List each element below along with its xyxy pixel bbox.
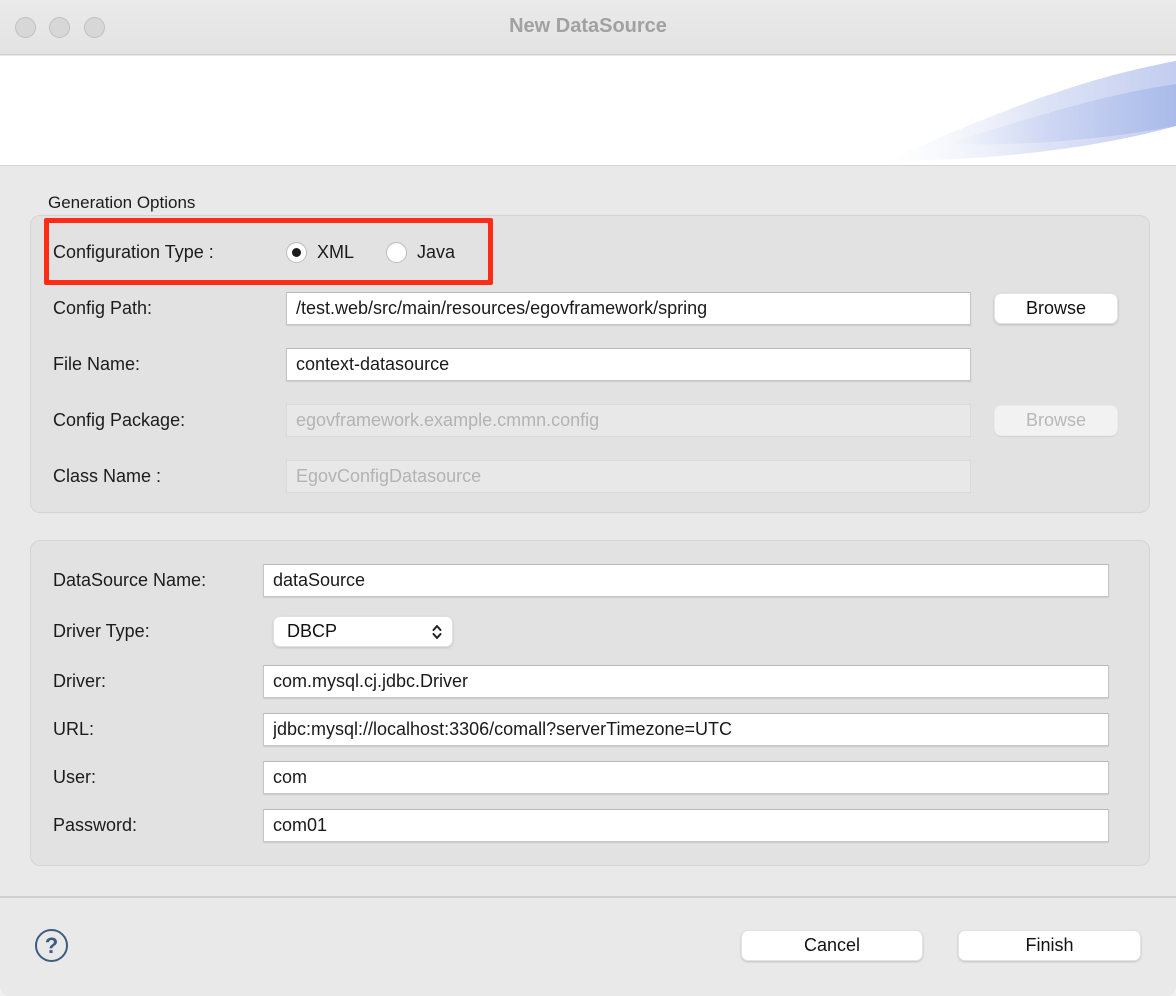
configuration-type-radio-group: XML Java — [286, 242, 477, 263]
finish-button[interactable]: Finish — [958, 930, 1141, 961]
help-button[interactable]: ? — [35, 929, 68, 962]
password-row: Password: — [53, 809, 1109, 842]
password-label: Password: — [53, 815, 263, 836]
config-path-label: Config Path: — [53, 298, 286, 319]
url-row: URL: — [53, 713, 1109, 746]
user-row: User: — [53, 761, 1109, 794]
driver-row: Driver: — [53, 665, 1109, 698]
cancel-button[interactable]: Cancel — [741, 930, 923, 961]
generation-options-label: Generation Options — [48, 193, 195, 213]
xml-radio[interactable] — [286, 242, 307, 263]
configuration-type-row: Configuration Type : XML Java — [53, 236, 477, 269]
question-mark-icon: ? — [45, 933, 58, 959]
datasource-name-label: DataSource Name: — [53, 570, 263, 591]
url-input[interactable] — [263, 713, 1109, 746]
xml-radio-label[interactable]: XML — [317, 242, 354, 263]
config-path-input[interactable] — [286, 292, 971, 325]
config-package-label: Config Package: — [53, 410, 286, 431]
xml-radio-selected-dot — [292, 248, 301, 257]
file-name-input[interactable] — [286, 348, 971, 381]
config-package-input — [286, 404, 971, 437]
url-label: URL: — [53, 719, 263, 740]
driver-type-row: Driver Type: DBCP — [53, 615, 453, 648]
button-bar: ? Cancel Finish — [0, 896, 1176, 996]
configuration-type-label: Configuration Type : — [53, 242, 286, 263]
driver-type-value: DBCP — [287, 621, 431, 642]
class-name-input — [286, 460, 971, 493]
config-package-row: Config Package: Browse — [53, 404, 1118, 437]
java-radio[interactable] — [386, 242, 407, 263]
generation-options-group: Configuration Type : XML Java Config Pat… — [30, 215, 1150, 513]
user-label: User: — [53, 767, 263, 788]
datasource-name-row: DataSource Name: — [53, 564, 1109, 597]
config-path-row: Config Path: Browse — [53, 292, 1118, 325]
updown-chevron-icon — [431, 623, 443, 641]
datasource-settings-group: DataSource Name: Driver Type: DBCP Drive… — [30, 540, 1150, 866]
file-name-row: File Name: — [53, 348, 971, 381]
config-path-browse-button[interactable]: Browse — [994, 293, 1118, 324]
class-name-label: Class Name : — [53, 466, 286, 487]
new-datasource-dialog: New DataSource Create Datasource. Genera… — [0, 0, 1176, 996]
driver-type-label: Driver Type: — [53, 621, 263, 642]
driver-label: Driver: — [53, 671, 263, 692]
dialog-content: Generation Options Configuration Type : … — [0, 167, 1176, 894]
driver-input[interactable] — [263, 665, 1109, 698]
user-input[interactable] — [263, 761, 1109, 794]
window-title: New DataSource — [0, 15, 1176, 38]
password-input[interactable] — [263, 809, 1109, 842]
driver-type-select[interactable]: DBCP — [273, 616, 453, 647]
java-radio-label[interactable]: Java — [417, 242, 455, 263]
wizard-banner: Create Datasource. — [0, 56, 1176, 166]
datasource-name-input[interactable] — [263, 564, 1109, 597]
titlebar: New DataSource — [0, 0, 1176, 55]
class-name-row: Class Name : — [53, 460, 971, 493]
file-name-label: File Name: — [53, 354, 286, 375]
config-package-browse-button: Browse — [994, 405, 1118, 436]
banner-swoosh-decoration — [886, 56, 1176, 166]
